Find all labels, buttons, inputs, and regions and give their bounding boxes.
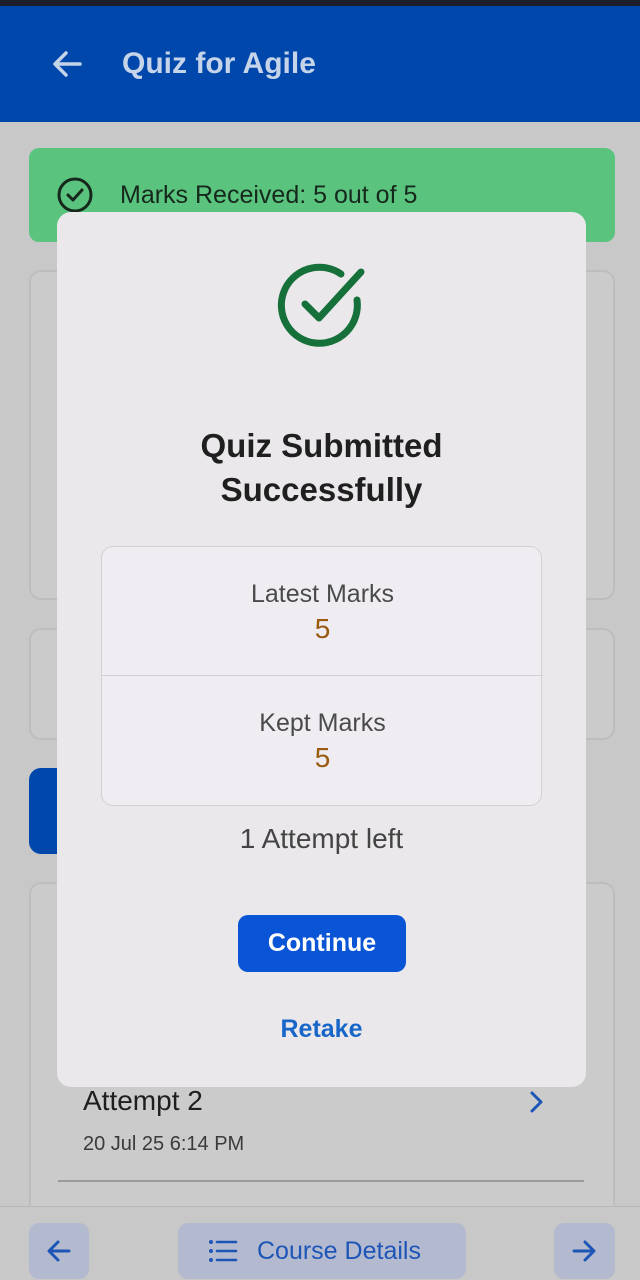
kept-marks-row: Kept Marks 5 xyxy=(102,676,543,805)
attempt-date: 20 Jul 25 6:14 PM xyxy=(83,1133,245,1155)
page-title: Quiz for Agile xyxy=(122,47,316,80)
arrow-left-icon xyxy=(53,51,82,77)
kept-marks-label: Kept Marks xyxy=(259,709,386,737)
check-circle-icon xyxy=(57,177,93,213)
course-details-label: Course Details xyxy=(257,1237,421,1265)
arrow-right-icon xyxy=(572,1240,596,1262)
marks-received-text: Marks Received: 5 out of 5 xyxy=(120,181,418,209)
success-check-icon xyxy=(277,263,365,347)
latest-marks-row: Latest Marks 5 xyxy=(102,547,543,676)
list-icon xyxy=(209,1240,238,1262)
quiz-submitted-dialog: Quiz Submitted Successfully Latest Marks… xyxy=(57,212,586,1087)
app-bar: Quiz for Agile xyxy=(0,6,640,122)
attempts-left-text: 1 Attempt left xyxy=(239,823,404,854)
back-button[interactable] xyxy=(48,46,88,82)
latest-marks-label: Latest Marks xyxy=(250,580,395,608)
previous-button[interactable] xyxy=(29,1223,89,1279)
dialog-heading-line2: Successfully xyxy=(220,471,423,508)
bottom-nav: Course Details xyxy=(0,1206,640,1280)
retake-button[interactable]: Retake xyxy=(57,1013,586,1045)
next-button[interactable] xyxy=(554,1223,615,1279)
marks-summary: Latest Marks 5 Kept Marks 5 xyxy=(101,546,543,806)
attempt-title[interactable]: Attempt 2 xyxy=(83,1084,203,1118)
chevron-right-icon[interactable] xyxy=(522,1088,550,1116)
kept-marks-value: 5 xyxy=(314,742,331,773)
divider xyxy=(58,1180,584,1182)
arrow-left-icon xyxy=(47,1240,71,1262)
dialog-heading: Quiz Submitted Successfully xyxy=(57,424,586,512)
continue-button[interactable]: Continue xyxy=(238,915,406,972)
latest-marks-value: 5 xyxy=(314,613,331,644)
course-details-button[interactable]: Course Details xyxy=(178,1223,466,1279)
dialog-heading-line1: Quiz Submitted xyxy=(200,427,443,464)
